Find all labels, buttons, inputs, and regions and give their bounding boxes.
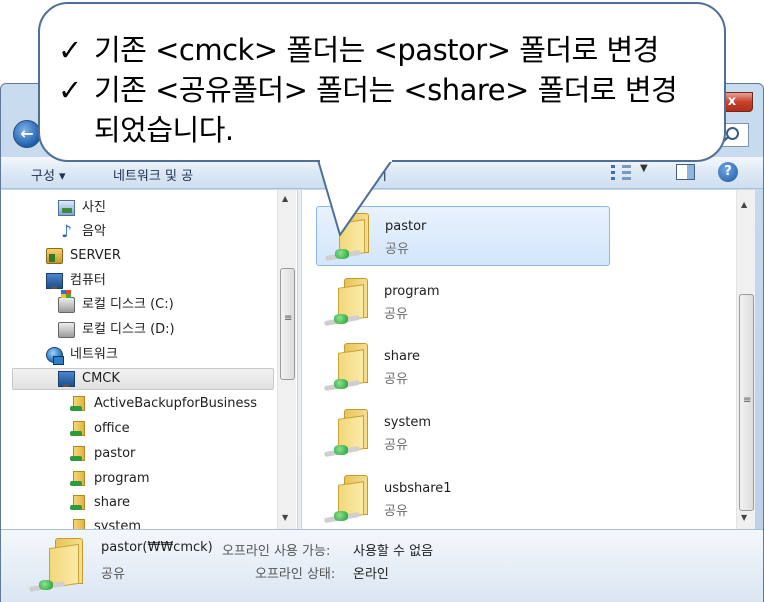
offline-status-label: 오프라인 상태: bbox=[255, 567, 336, 582]
checkmark-icon: ✓ bbox=[58, 73, 82, 107]
shared-folder-icon bbox=[325, 211, 375, 263]
back-button[interactable]: ← bbox=[13, 120, 41, 148]
search-icon[interactable] bbox=[726, 127, 739, 140]
folder-type: 공유 bbox=[385, 242, 409, 257]
navigation-scroll-thumb[interactable] bbox=[280, 268, 295, 380]
folder-name: program bbox=[384, 284, 440, 299]
folder-item-share[interactable]: share 공유 bbox=[316, 337, 610, 397]
folder-item-system[interactable]: system 공유 bbox=[316, 403, 610, 463]
callout-line-1: ✓ 기존 <cmck> 폴더는 <pastor> 폴더로 변경 bbox=[58, 30, 677, 70]
tree-selection-highlight bbox=[12, 368, 274, 390]
callout-line-3: 되었습니다. bbox=[94, 113, 234, 147]
tree-item-label: program bbox=[94, 471, 150, 486]
view-printers-button[interactable]: 프린터 보기 bbox=[323, 165, 387, 184]
disk-c-icon bbox=[58, 290, 75, 313]
help-icon[interactable]: ? bbox=[718, 162, 738, 182]
folder-type: 공유 bbox=[384, 307, 408, 322]
folder-name: system bbox=[384, 415, 431, 430]
details-name: pastor(₩₩cmck) bbox=[101, 540, 213, 555]
tree-item-label: pastor bbox=[94, 446, 136, 461]
shared-folder-icon bbox=[324, 407, 374, 459]
share-folder-icon bbox=[70, 495, 87, 511]
tree-item-label: 로컬 디스크 (C:) bbox=[82, 297, 174, 312]
content-pane[interactable]: pastor 공유 program 공유 share 공유 system 공유 … bbox=[302, 190, 736, 529]
tree-item-label: 네트워크 bbox=[70, 347, 118, 362]
callout-line-2-text: 기존 <공유폴더> 폴더는 <share> 폴더로 변경 bbox=[94, 73, 678, 107]
share-folder-icon bbox=[70, 421, 87, 437]
callout-line-2: ✓ 기존 <공유폴더> 폴더는 <share> 폴더로 변경 bbox=[58, 70, 678, 110]
content-scrollbar[interactable]: ▲ ▼ bbox=[736, 190, 755, 529]
details-type: 공유 bbox=[101, 567, 125, 582]
computer-icon bbox=[46, 273, 63, 289]
preview-pane-icon[interactable] bbox=[676, 164, 695, 180]
offline-availability-label: 오프라인 사용 가능: bbox=[222, 544, 331, 559]
share-folder-icon bbox=[70, 396, 87, 412]
folder-name: pastor bbox=[385, 219, 427, 234]
folder-type: 공유 bbox=[384, 372, 408, 387]
network-sharing-button[interactable]: 네트워크 및 공 bbox=[113, 165, 193, 184]
share-folder-icon bbox=[70, 446, 87, 462]
shared-folder-icon bbox=[29, 534, 89, 596]
pane-splitter[interactable] bbox=[297, 190, 301, 529]
folder-name: usbshare1 bbox=[384, 481, 452, 496]
tree-item-label: office bbox=[94, 421, 130, 436]
shared-folder-icon bbox=[324, 473, 374, 525]
callout-text: ✓ 기존 <cmck> 폴더는 <pastor> 폴더로 변경 ✓ 기존 <공유폴더… bbox=[58, 30, 678, 150]
tree-item-label: 음악 bbox=[82, 224, 106, 239]
tree-item-label: 사진 bbox=[82, 200, 106, 215]
checkmark-icon: ✓ bbox=[58, 33, 82, 67]
music-icon: ♪ bbox=[61, 222, 72, 242]
shared-folder-icon bbox=[324, 341, 374, 393]
navigation-pane[interactable]: 사진 ♪ 음악 SERVER 컴퓨터 로컬 디스크 (C:) 로컬 디스크 (D… bbox=[1, 190, 297, 529]
navigation-scrollbar[interactable]: ▲ ▼ bbox=[277, 190, 296, 529]
details-pane: pastor(₩₩cmck) 공유 오프라인 사용 가능: 사용할 수 없음 오… bbox=[1, 529, 763, 602]
share-folder-icon bbox=[70, 519, 87, 529]
tree-item-label: ActiveBackupforBusiness bbox=[94, 396, 258, 411]
tree-item-label: 로컬 디스크 (D:) bbox=[82, 322, 175, 337]
disk-d-icon bbox=[58, 322, 75, 338]
scroll-down-arrow-icon[interactable]: ▼ bbox=[741, 513, 747, 522]
network-icon bbox=[46, 347, 64, 365]
pictures-icon bbox=[58, 200, 75, 216]
folder-type: 공유 bbox=[384, 438, 408, 453]
organize-menu[interactable]: 구성 ▾ bbox=[31, 165, 66, 184]
scroll-up-arrow-icon[interactable]: ▲ bbox=[282, 194, 288, 203]
tree-item-label: system bbox=[94, 519, 141, 529]
computer-icon bbox=[58, 371, 75, 387]
folder-item-usbshare1[interactable]: usbshare1 공유 bbox=[316, 469, 610, 529]
folder-item-pastor[interactable]: pastor 공유 bbox=[316, 206, 610, 266]
tree-item-label: share bbox=[94, 495, 131, 510]
shared-folder-icon bbox=[324, 276, 374, 328]
content-scroll-thumb[interactable] bbox=[739, 294, 754, 511]
folder-name: share bbox=[384, 349, 421, 364]
server-icon bbox=[46, 248, 63, 264]
tree-item-label: SERVER bbox=[70, 248, 121, 263]
callout-line-1-text: 기존 <cmck> 폴더는 <pastor> 폴더로 변경 bbox=[94, 33, 659, 67]
offline-status-value: 온라인 bbox=[353, 567, 389, 582]
tree-item-label: 컴퓨터 bbox=[70, 273, 106, 288]
scroll-up-arrow-icon[interactable]: ▲ bbox=[741, 200, 747, 209]
share-folder-icon bbox=[70, 471, 87, 487]
change-view-icon[interactable] bbox=[611, 165, 631, 181]
folder-item-program[interactable]: program 공유 bbox=[316, 272, 610, 332]
scroll-down-arrow-icon[interactable]: ▼ bbox=[282, 513, 288, 522]
view-dropdown-icon[interactable]: ▼ bbox=[640, 163, 648, 174]
folder-type: 공유 bbox=[384, 504, 408, 519]
offline-availability-value: 사용할 수 없음 bbox=[353, 544, 434, 559]
tree-item-label: CMCK bbox=[82, 371, 120, 386]
